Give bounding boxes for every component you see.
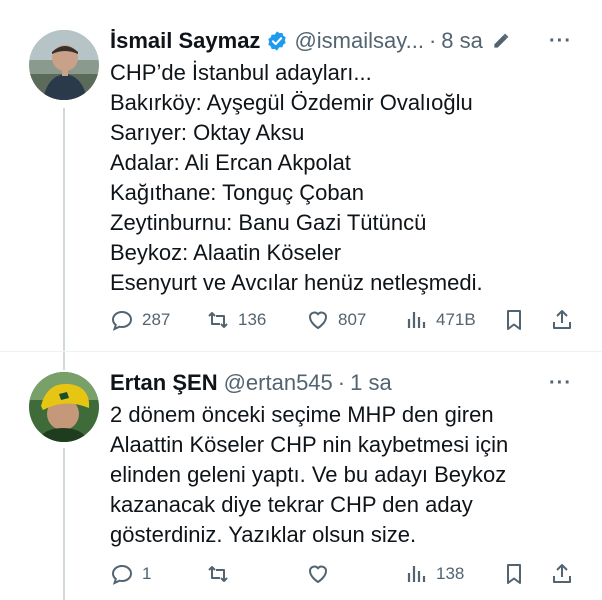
tweet-text-line: kazanacak diye tekrar CHP den aday	[110, 492, 473, 517]
tweet-text-line: elinden geleni yaptı. Ve bu adayı Beykoz	[110, 462, 507, 487]
tweet-header: Ertan ŞEN @ertan545 · 1 sa	[110, 370, 578, 396]
reply-button[interactable]: 1	[110, 562, 151, 586]
tweet-feed: İsmail Saymaz @ismailsay... · 8 sa ··· C…	[0, 0, 602, 600]
views-count: 471B	[436, 310, 476, 329]
tweet[interactable]: İsmail Saymaz @ismailsay... · 8 sa ··· C…	[0, 0, 602, 352]
more-options-button[interactable]: ···	[549, 30, 572, 53]
retweet-icon	[208, 566, 228, 582]
more-options-button[interactable]: ···	[549, 372, 572, 395]
reply-count: 1	[142, 564, 152, 583]
thread-line	[63, 448, 65, 600]
retweet-icon	[208, 312, 228, 328]
like-button[interactable]	[306, 562, 338, 586]
views-button[interactable]: 471B	[404, 308, 476, 332]
thread-line	[63, 108, 65, 352]
author-name[interactable]: Ertan ŞEN	[110, 370, 218, 396]
tweet-text-line: Bakırköy: Ayşegül Özdemir Ovalıoğlu	[110, 90, 473, 115]
reply-icon	[111, 310, 133, 331]
separator-dot: ·	[337, 370, 346, 395]
retweet-count: 136	[238, 310, 267, 329]
author-handle[interactable]: @ertan545	[224, 370, 333, 396]
tweet-text-line: CHP’de İstanbul adayları...	[110, 60, 372, 85]
tweet-timestamp[interactable]: 8 sa	[441, 28, 483, 54]
views-chart-icon	[407, 566, 426, 582]
edited-pencil-icon[interactable]	[491, 31, 511, 51]
views-button[interactable]: 138	[404, 562, 464, 586]
thread-line-connector	[63, 352, 65, 370]
tweet-timestamp[interactable]: 1 sa	[350, 370, 392, 396]
retweet-button[interactable]	[206, 562, 238, 586]
views-chart-icon	[407, 312, 426, 328]
heart-icon	[308, 565, 328, 584]
author-handle[interactable]: @ismailsay...	[294, 28, 424, 54]
reply-icon	[111, 564, 133, 585]
bookmark-button[interactable]	[502, 308, 526, 332]
share-button[interactable]	[550, 308, 574, 332]
like-button[interactable]: 807	[306, 308, 366, 332]
tweet-text-line: Beykoz: Alaatin Köseler	[110, 240, 342, 265]
reply-button[interactable]: 287	[110, 308, 170, 332]
tweet-text-line: Zeytinburnu: Banu Gazi Tütüncü	[110, 210, 427, 235]
tweet-actions: 287 136 807 471B	[110, 308, 580, 338]
share-icon	[553, 564, 571, 583]
tweet-header: İsmail Saymaz @ismailsay... · 8 sa	[110, 28, 578, 54]
verified-badge-icon	[266, 30, 288, 52]
reply-count: 287	[142, 310, 171, 329]
bookmark-icon	[507, 310, 521, 330]
share-button[interactable]	[550, 562, 574, 586]
bookmark-button[interactable]	[502, 562, 526, 586]
tweet[interactable]: Ertan ŞEN @ertan545 · 1 sa ··· 2 dönem ö…	[0, 352, 602, 600]
tweet-text-line: Sarıyer: Oktay Aksu	[110, 120, 305, 145]
tweet-text: CHP’de İstanbul adayları... Bakırköy: Ay…	[110, 58, 582, 298]
tweet-text-line: gösterdiniz. Yazıklar olsun size.	[110, 522, 417, 547]
avatar-photo-man-yellow-cap-icon	[29, 372, 99, 442]
tweet-text-line: Adalar: Ali Ercan Akpolat	[110, 150, 351, 175]
separator-dot: ·	[428, 28, 437, 53]
bookmark-icon	[507, 564, 521, 584]
tweet-text-line: Esenyurt ve Avcılar henüz netleşmedi.	[110, 270, 483, 295]
tweet-text-line: 2 dönem önceki seçime MHP den giren	[110, 402, 494, 427]
heart-icon	[308, 311, 328, 330]
tweet-actions: 1 138	[110, 562, 580, 592]
like-count: 807	[338, 310, 367, 329]
author-avatar[interactable]	[29, 30, 99, 100]
share-icon	[553, 310, 571, 329]
author-name[interactable]: İsmail Saymaz	[110, 28, 260, 54]
retweet-button[interactable]: 136	[206, 308, 266, 332]
views-count: 138	[436, 564, 465, 583]
avatar-photo-man-outdoors-icon	[29, 30, 99, 100]
tweet-text-line: Alaattin Köseler CHP nin kaybetmesi için	[110, 432, 509, 457]
tweet-text-line: Kağıthane: Tonguç Çoban	[110, 180, 365, 205]
author-avatar[interactable]	[29, 372, 99, 442]
tweet-text: 2 dönem önceki seçime MHP den giren Alaa…	[110, 400, 582, 550]
